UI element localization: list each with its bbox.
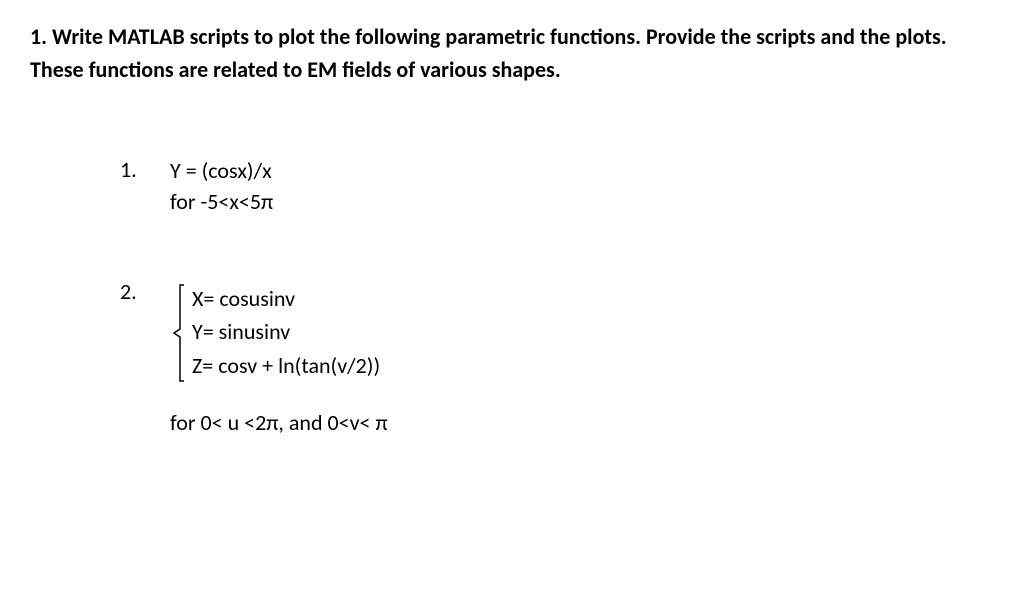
bracket-group: X= cosusinv Y= sinusinv Z= cosv + ln(tan… [170,283,388,383]
problem-number-2: 2. [120,278,170,439]
problem-number-1: 1. [120,156,170,218]
problem-header: 1. Write MATLAB scripts to plot the foll… [30,20,994,86]
problem-list: 1. Y = (cosx)/x for -5<x<5π 2. X= cosusi… [30,156,994,438]
equation-1-domain: for -5<x<5π [170,187,273,218]
problem-item-2: 2. X= cosusinv Y= sinusinv Z= cosv + ln(… [120,278,994,439]
equation-2-y: Y= sinusinv [192,317,380,348]
bracket-equations: X= cosusinv Y= sinusinv Z= cosv + ln(tan… [190,283,380,383]
equation-1-y: Y = (cosx)/x [170,156,273,187]
problem-item-1: 1. Y = (cosx)/x for -5<x<5π [120,156,994,218]
equation-2-x: X= cosusinv [192,284,380,315]
problem-content-1: Y = (cosx)/x for -5<x<5π [170,156,273,218]
left-bracket-icon [170,283,190,383]
equation-2-z: Z= cosv + ln(tan(v/2)) [192,351,380,382]
equation-2-domain: for 0< u <2π, and 0<v< π [170,408,388,439]
problem-content-2: X= cosusinv Y= sinusinv Z= cosv + ln(tan… [170,278,388,439]
